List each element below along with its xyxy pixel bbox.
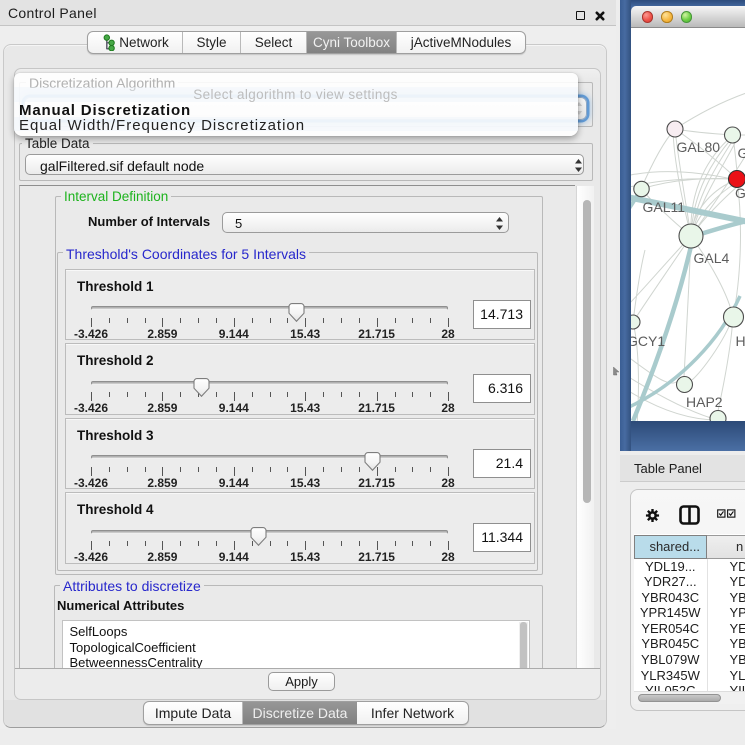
svg-text:HAP2: HAP2	[686, 394, 723, 410]
svg-text:GA: GA	[738, 145, 745, 161]
svg-text:GAL4: GAL4	[694, 250, 730, 266]
svg-text:G: G	[735, 185, 745, 201]
svg-text:H: H	[736, 333, 745, 349]
svg-text:GAL11: GAL11	[643, 199, 686, 215]
svg-text:GAL80: GAL80	[677, 139, 721, 155]
svg-text:GCY1: GCY1	[631, 333, 665, 349]
